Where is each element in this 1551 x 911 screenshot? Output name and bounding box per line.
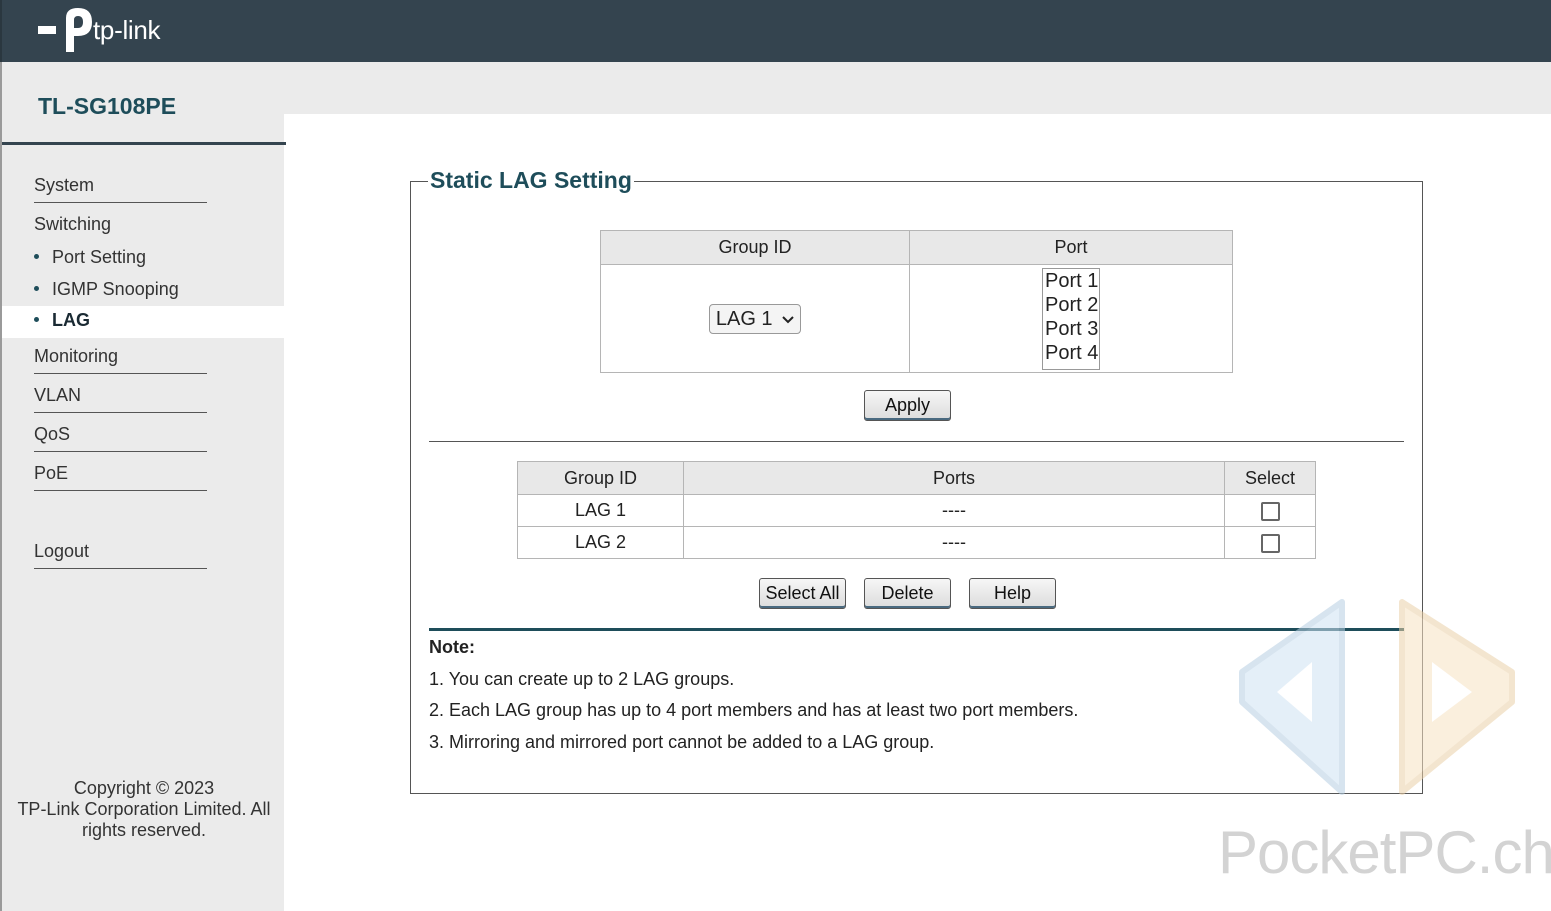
note-title: Note:: [429, 637, 475, 657]
section-divider: [429, 441, 1404, 442]
copyright-line: TP-Link Corporation Limited. All: [17, 799, 271, 819]
sidebar-item-vlan[interactable]: VLAN: [34, 385, 207, 413]
column-header: Select: [1224, 461, 1316, 495]
column-header: Group ID: [517, 461, 684, 495]
brand-name: tp-link: [93, 15, 161, 45]
column-header: Ports: [683, 461, 1225, 495]
subitem-label: IGMP Snooping: [52, 279, 179, 299]
row-select-checkbox[interactable]: [1260, 501, 1280, 521]
port-listbox[interactable]: Port 1 Port 2 Port 3 Port 4: [1042, 267, 1100, 370]
sidebar-subitem-igmp-snooping[interactable]: IGMP Snooping: [34, 279, 179, 300]
sidebar-subitem-lag[interactable]: LAG: [34, 310, 90, 331]
group-id-value: LAG 1: [715, 307, 773, 330]
copyright-line: Copyright © 2023: [73, 778, 215, 798]
lag-config-table: Group ID Port LAG 1 Port 1 Port 2 Port 3…: [600, 230, 1233, 373]
sidebar-item-logout[interactable]: Logout: [34, 541, 207, 569]
sidebar-item-system[interactable]: System: [34, 175, 207, 203]
apply-button[interactable]: Apply: [864, 390, 951, 421]
bullet-icon: [34, 253, 39, 259]
port-option[interactable]: Port 3: [1045, 317, 1099, 341]
sidebar-item-qos[interactable]: QoS: [34, 424, 207, 452]
lag-groups-table: Group ID Ports Select LAG 1 ---- LAG 2 -…: [517, 461, 1316, 559]
group-id-select[interactable]: LAG 1: [708, 303, 802, 334]
select-cell: [1224, 526, 1316, 559]
row-select-checkbox[interactable]: [1260, 533, 1280, 553]
delete-button[interactable]: Delete: [864, 578, 951, 609]
copyright: Copyright © 2023 TP-Link Corporation Lim…: [2, 778, 286, 841]
port-cell: Port 1 Port 2 Port 3 Port 4: [909, 264, 1233, 373]
ports-value: ----: [683, 494, 1225, 527]
bullet-icon: [34, 285, 39, 291]
watermark-text: PocketPC.ch: [1218, 819, 1551, 886]
sidebar-subitem-port-setting[interactable]: Port Setting: [34, 247, 146, 268]
subitem-label: LAG: [52, 310, 90, 330]
port-option[interactable]: Port 2: [1045, 293, 1099, 317]
select-cell: [1224, 494, 1316, 527]
chevron-down-icon: [782, 315, 794, 323]
subitem-label: Port Setting: [52, 247, 147, 267]
bullet-icon: [34, 316, 39, 322]
model-divider: [2, 142, 286, 145]
column-header: Group ID: [600, 230, 910, 265]
watermark-logo-icon: [1239, 599, 1515, 795]
port-option[interactable]: Port 4: [1045, 341, 1099, 365]
note-line: 1. You can create up to 2 LAG groups.: [429, 669, 735, 689]
ports-value: ----: [683, 526, 1225, 559]
top-header: tp-link: [0, 0, 1551, 62]
copyright-line: rights reserved.: [81, 820, 207, 840]
note-line: 2. Each LAG group has up to 4 port membe…: [429, 700, 1079, 720]
group-id-value: LAG 1: [517, 494, 684, 527]
table-row: LAG 2 ----: [517, 526, 1316, 559]
sidebar-item-switching[interactable]: Switching: [34, 214, 207, 241]
device-model: TL-SG108PE: [38, 93, 177, 119]
table-row: LAG 1 ----: [517, 494, 1316, 527]
page-title: Static LAG Setting: [428, 167, 634, 194]
sidebar-item-poe[interactable]: PoE: [34, 463, 207, 491]
port-option[interactable]: Port 1: [1045, 269, 1099, 293]
help-button[interactable]: Help: [969, 578, 1056, 609]
group-id-value: LAG 2: [517, 526, 684, 559]
sidebar-item-monitoring[interactable]: Monitoring: [34, 346, 207, 374]
group-id-cell: LAG 1: [600, 264, 910, 373]
column-header: Port: [909, 230, 1233, 265]
note-line: 3. Mirroring and mirrored port cannot be…: [429, 732, 935, 752]
select-all-button[interactable]: Select All: [759, 578, 846, 609]
sidebar: TL-SG108PE System Switching Port Setting…: [0, 62, 286, 911]
